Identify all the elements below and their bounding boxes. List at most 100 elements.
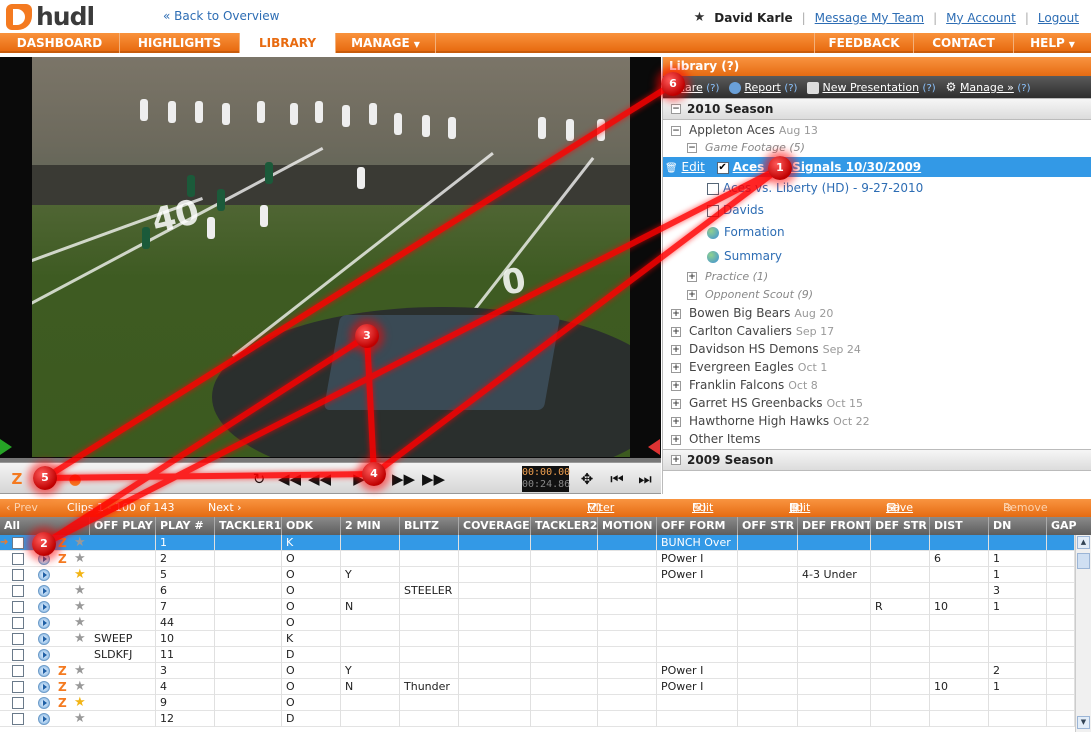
cell-def-front[interactable] bbox=[798, 599, 871, 615]
nav-highlights[interactable]: HIGHLIGHTS bbox=[120, 33, 240, 53]
star-icon[interactable]: ★ bbox=[74, 695, 86, 711]
collapse-icon[interactable]: − bbox=[687, 143, 697, 153]
cell-odk[interactable]: K bbox=[282, 631, 341, 647]
cell-def-str[interactable] bbox=[871, 631, 930, 647]
footage-item[interactable]: Aces vs. Liberty (HD) - 9-27-2010 bbox=[707, 179, 923, 197]
star-icon[interactable]: ★ bbox=[74, 631, 86, 647]
cell-coverage[interactable] bbox=[459, 663, 531, 679]
cell-tackler2[interactable] bbox=[531, 599, 598, 615]
cell-dist[interactable] bbox=[930, 567, 989, 583]
cell-gap[interactable] bbox=[1047, 551, 1075, 567]
fullscreen-icon[interactable]: ✥ bbox=[576, 468, 598, 490]
column-header[interactable]: TACKLER1 bbox=[215, 517, 282, 535]
cell-def-str[interactable] bbox=[871, 647, 930, 663]
team-item[interactable]: + Hawthorne High Hawks Oct 22 bbox=[671, 412, 870, 430]
cell-off-form[interactable] bbox=[657, 599, 738, 615]
cell-gap[interactable] bbox=[1047, 615, 1075, 631]
cell-play[interactable]: 4 bbox=[156, 679, 215, 695]
cell-tackler1[interactable] bbox=[215, 663, 282, 679]
cell-off-str[interactable] bbox=[738, 695, 798, 711]
cell-tackler1[interactable] bbox=[215, 583, 282, 599]
cell-blitz[interactable] bbox=[400, 631, 459, 647]
cell-dist[interactable] bbox=[930, 583, 989, 599]
cell-blitz[interactable] bbox=[400, 663, 459, 679]
cell-def-str[interactable] bbox=[871, 535, 930, 551]
cell-motion[interactable] bbox=[598, 679, 657, 695]
collapse-icon[interactable]: − bbox=[671, 125, 681, 136]
cell-two-min[interactable] bbox=[341, 615, 400, 631]
cell-dn[interactable]: 1 bbox=[989, 599, 1047, 615]
collapse-icon[interactable]: − bbox=[671, 104, 681, 114]
edit-link[interactable]: Edit bbox=[682, 160, 705, 174]
cell-play[interactable]: 12 bbox=[156, 711, 215, 727]
cell-blitz[interactable]: Thunder bbox=[400, 679, 459, 695]
play-clip-icon[interactable] bbox=[38, 697, 50, 709]
cell-two-min[interactable] bbox=[341, 535, 400, 551]
cell-off-str[interactable] bbox=[738, 647, 798, 663]
play-clip-icon[interactable] bbox=[38, 633, 50, 645]
cell-def-str[interactable]: R bbox=[871, 599, 930, 615]
report-button[interactable]: Report (?) bbox=[729, 81, 797, 94]
footage-checkbox[interactable]: ✔ bbox=[716, 161, 729, 174]
cell-off-str[interactable] bbox=[738, 567, 798, 583]
cell-play[interactable]: 9 bbox=[156, 695, 215, 711]
cell-two-min[interactable] bbox=[341, 551, 400, 567]
cell-tackler1[interactable] bbox=[215, 551, 282, 567]
cell-off-play[interactable] bbox=[90, 695, 156, 711]
cell-dist[interactable] bbox=[930, 647, 989, 663]
cell-play[interactable]: 1 bbox=[156, 535, 215, 551]
cell-coverage[interactable] bbox=[459, 599, 531, 615]
play-clip-icon[interactable] bbox=[38, 601, 50, 613]
table-row[interactable]: Z ★ 3 O Y POwer I 2 bbox=[0, 663, 1075, 679]
cell-play[interactable]: 3 bbox=[156, 663, 215, 679]
cell-dist[interactable] bbox=[930, 711, 989, 727]
cell-def-front[interactable] bbox=[798, 711, 871, 727]
footage-item-selected[interactable]: 🗑 Edit ✔ Aces vs. Signals 10/30/2009 bbox=[665, 158, 921, 176]
expand-icon[interactable]: + bbox=[671, 455, 681, 465]
column-header[interactable]: PLAY # bbox=[156, 517, 215, 535]
column-header[interactable]: OFF FORM bbox=[657, 517, 738, 535]
cell-coverage[interactable] bbox=[459, 551, 531, 567]
cell-gap[interactable] bbox=[1047, 647, 1075, 663]
cell-tackler2[interactable] bbox=[531, 663, 598, 679]
cell-two-min[interactable] bbox=[341, 647, 400, 663]
cell-gap[interactable] bbox=[1047, 535, 1075, 551]
cell-def-str[interactable] bbox=[871, 663, 930, 679]
cell-def-front[interactable] bbox=[798, 695, 871, 711]
cell-odk[interactable]: D bbox=[282, 647, 341, 663]
cell-dist[interactable] bbox=[930, 615, 989, 631]
cell-motion[interactable] bbox=[598, 599, 657, 615]
person-icon[interactable]: ● bbox=[64, 468, 86, 490]
back-to-overview-link[interactable]: « Back to Overview bbox=[163, 9, 279, 23]
cell-gap[interactable] bbox=[1047, 711, 1075, 727]
trash-icon[interactable]: 🗑 bbox=[665, 163, 678, 174]
cell-off-form[interactable]: POwer I bbox=[657, 567, 738, 583]
column-header[interactable]: DEF FRONT bbox=[798, 517, 871, 535]
column-header[interactable]: COVERAGE bbox=[459, 517, 531, 535]
star-icon[interactable]: ★ bbox=[74, 711, 86, 727]
column-header[interactable]: 2 MIN bbox=[341, 517, 400, 535]
cell-off-play[interactable] bbox=[90, 535, 156, 551]
cell-def-front[interactable]: 4-3 Under bbox=[798, 567, 871, 583]
cell-odk[interactable]: D bbox=[282, 711, 341, 727]
table-row[interactable]: ★ 44 O bbox=[0, 615, 1075, 631]
logout-link[interactable]: Logout bbox=[1038, 11, 1079, 25]
team-item[interactable]: + Other Items bbox=[671, 430, 760, 448]
footage-checkbox[interactable] bbox=[707, 182, 719, 195]
table-row[interactable]: ➔ Z ★ 1 K BUNCH Over bbox=[0, 535, 1075, 551]
hudl-logo[interactable]: hudl bbox=[6, 2, 95, 31]
table-row[interactable]: SLDKFJ 11 D bbox=[0, 647, 1075, 663]
cell-off-str[interactable] bbox=[738, 679, 798, 695]
cell-off-str[interactable] bbox=[738, 663, 798, 679]
footage-checkbox[interactable] bbox=[707, 204, 719, 217]
cell-motion[interactable] bbox=[598, 583, 657, 599]
column-header[interactable]: GAP bbox=[1047, 517, 1091, 535]
table-row[interactable]: ★ SWEEP 10 K bbox=[0, 631, 1075, 647]
cell-off-form[interactable] bbox=[657, 695, 738, 711]
cell-coverage[interactable] bbox=[459, 567, 531, 583]
cell-play[interactable]: 6 bbox=[156, 583, 215, 599]
row-checkbox[interactable] bbox=[12, 665, 24, 677]
cell-off-str[interactable] bbox=[738, 535, 798, 551]
nav-dashboard[interactable]: DASHBOARD bbox=[0, 33, 120, 53]
cell-two-min[interactable]: Y bbox=[341, 663, 400, 679]
